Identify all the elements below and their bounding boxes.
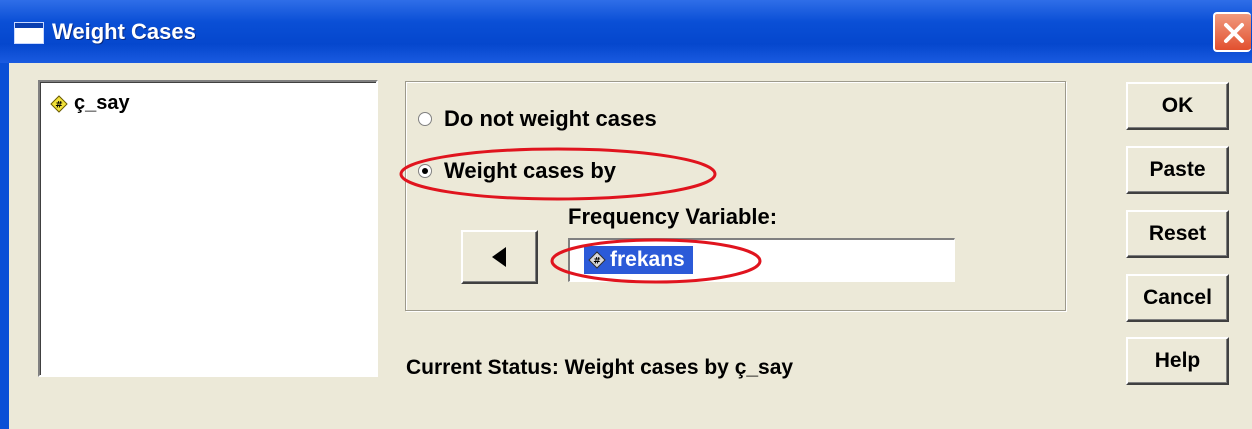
list-item-label: ç_say (74, 92, 130, 114)
ok-button[interactable]: OK (1126, 82, 1229, 130)
scale-variable-icon: # (50, 94, 68, 113)
paste-button[interactable]: Paste (1126, 146, 1229, 194)
do-not-weight-label: Do not weight cases (444, 106, 657, 131)
weight-cases-by-label: Weight cases by (444, 158, 616, 183)
window-icon (14, 22, 44, 44)
do-not-weight-option[interactable]: Do not weight cases (418, 106, 657, 132)
arrow-left-icon (492, 247, 506, 267)
variable-list[interactable]: # ç_say (38, 80, 378, 377)
reset-button[interactable]: Reset (1126, 210, 1229, 258)
window-left-border (0, 63, 9, 429)
frequency-variable-label: Frequency Variable: (568, 204, 778, 229)
radio-weight-cases-by[interactable] (418, 164, 432, 178)
help-button[interactable]: Help (1126, 337, 1229, 385)
list-item[interactable]: # ç_say (50, 92, 130, 115)
cancel-button[interactable]: Cancel (1126, 274, 1229, 322)
window-title: Weight Cases (52, 19, 196, 44)
frequency-variable-value[interactable]: # frekans (584, 246, 693, 274)
close-icon (1224, 23, 1244, 43)
frequency-variable-name: frekans (610, 248, 685, 271)
current-status: Current Status: Weight cases by ç_say (406, 356, 794, 379)
radio-do-not-weight[interactable] (418, 112, 432, 126)
close-button[interactable] (1213, 12, 1251, 52)
svg-text:#: # (55, 100, 63, 110)
title-bar: Weight Cases (0, 0, 1252, 63)
svg-text:#: # (593, 257, 601, 267)
frequency-variable-field[interactable]: # frekans (568, 238, 955, 282)
scale-variable-icon: # (588, 251, 606, 269)
weight-cases-by-option[interactable]: Weight cases by (418, 158, 616, 184)
move-variable-button[interactable] (461, 230, 538, 284)
